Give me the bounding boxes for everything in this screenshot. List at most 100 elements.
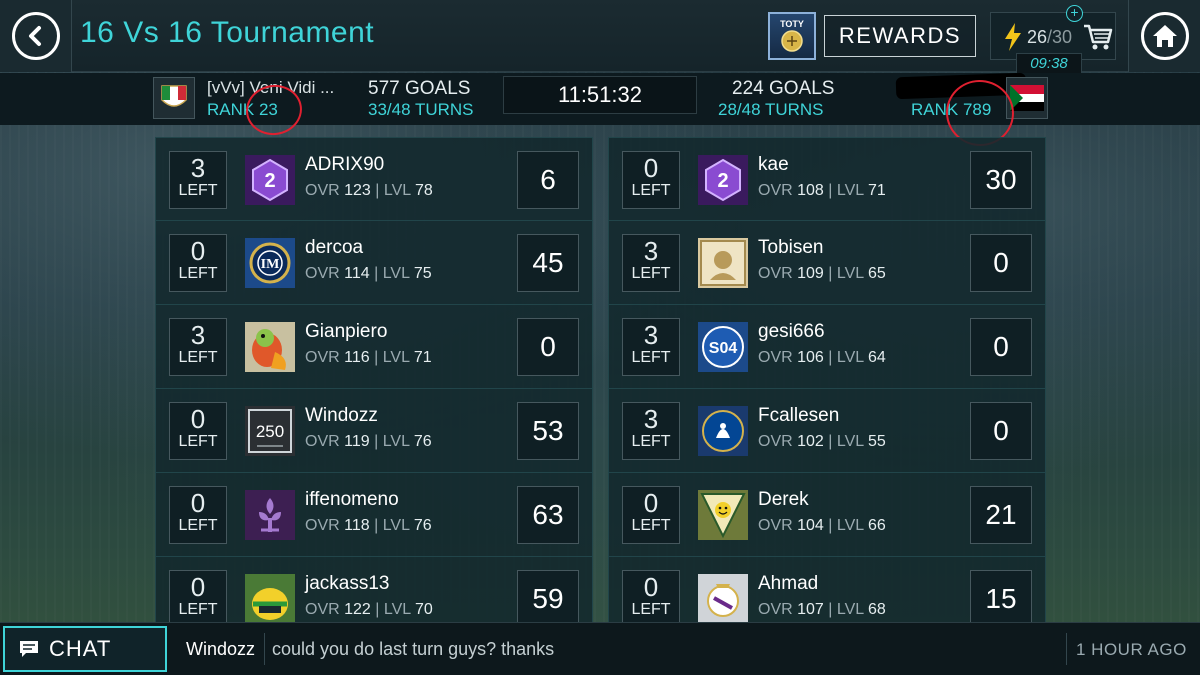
page-title: 16 Vs 16 Tournament [80, 16, 375, 49]
icon-badge-icon [698, 238, 748, 288]
turns-left-counter: 0 LEFT [169, 234, 227, 292]
turns-left-counter: 0 LEFT [622, 151, 680, 209]
away-goals: 224 GOALS [732, 78, 835, 99]
player-row[interactable]: 3 LEFT S04 gesi666 OVR 106 | LVL 64 0 [608, 305, 1046, 389]
match-info-bar: [vVv] Veni Vidi ... RANK 23 577 GOALS 33… [0, 72, 1200, 125]
chat-button-label: CHAT [49, 636, 112, 661]
shopping-cart-icon [1084, 24, 1113, 50]
turns-left-counter: 0 LEFT [622, 570, 680, 628]
turns-left-counter: 0 LEFT [169, 402, 227, 460]
player-score: 30 [970, 151, 1032, 209]
player-row[interactable]: 0 LEFT iffenomeno OVR 118 | LVL 76 63 [155, 473, 593, 557]
turns-left-counter: 3 LEFT [169, 151, 227, 209]
250-badge-icon: 250 [245, 406, 295, 456]
player-row[interactable]: 0 LEFT Derek OVR 104 | LVL 66 21 [608, 473, 1046, 557]
inter-crest-icon: IM [245, 238, 295, 288]
player-score: 6 [517, 151, 579, 209]
player-stats: OVR 109 | LVL 65 [758, 265, 886, 282]
player-stats: OVR 118 | LVL 76 [305, 517, 432, 534]
player-name: Fcallesen [758, 405, 840, 426]
svg-text:IM: IM [261, 257, 280, 272]
home-club-flag [153, 77, 195, 119]
away-team-list: 0 LEFT 2 kae OVR 108 | LVL 71 30 3 LEFT To… [608, 137, 1046, 641]
player-stats: OVR 104 | LVL 66 [758, 517, 886, 534]
player-name: kae [758, 154, 789, 175]
back-icon [11, 12, 60, 60]
player-name: gesi666 [758, 321, 825, 342]
energy-timer: 09:38 [1016, 53, 1082, 75]
turns-left-counter: 0 LEFT [169, 486, 227, 544]
player-stats: OVR 122 | LVL 70 [305, 601, 433, 618]
home-button[interactable] [1128, 0, 1200, 72]
home-goals: 577 GOALS [368, 78, 471, 99]
player-row[interactable]: 3 LEFT Gianpiero OVR 116 | LVL 71 0 [155, 305, 593, 389]
turns-left-counter: 0 LEFT [622, 486, 680, 544]
player-stats: OVR 114 | LVL 75 [305, 265, 432, 282]
player-stats: OVR 102 | LVL 55 [758, 433, 886, 450]
player-score: 59 [517, 570, 579, 628]
home-team-list: 3 LEFT 2 ADRIX90 OVR 123 | LVL 78 6 0 LEFT… [155, 137, 593, 641]
svg-text:S04: S04 [709, 340, 738, 357]
player-name: Windozz [305, 405, 378, 426]
player-stats: OVR 119 | LVL 76 [305, 433, 432, 450]
svg-text:TOTY: TOTY [780, 19, 804, 29]
player-stats: OVR 123 | LVL 78 [305, 182, 433, 199]
player-row[interactable]: 0 LEFT 250 Windozz OVR 119 | LVL 76 53 [155, 389, 593, 473]
player-row[interactable]: 3 LEFT Fcallesen OVR 102 | LVL 55 0 [608, 389, 1046, 473]
turns-left-counter: 3 LEFT [169, 318, 227, 376]
player-score: 0 [517, 318, 579, 376]
division-badge-icon: 2 [245, 155, 295, 205]
home-icon [1140, 12, 1189, 60]
player-stats: OVR 106 | LVL 64 [758, 349, 886, 366]
player-score: 0 [970, 402, 1032, 460]
helmet-avatar-icon [245, 574, 295, 624]
parrot-avatar-icon [245, 322, 295, 372]
turns-left-counter: 3 LEFT [622, 234, 680, 292]
energy-count: 26/30 [1027, 27, 1072, 48]
player-name: Gianpiero [305, 321, 388, 342]
away-turns: 28/48 TURNS [718, 100, 824, 119]
home-turns: 33/48 TURNS [368, 100, 474, 119]
player-score: 15 [970, 570, 1032, 628]
chelsea-crest-icon [698, 406, 748, 456]
chat-message[interactable]: could you do last turn guys? thanks [272, 639, 554, 660]
player-score: 63 [517, 486, 579, 544]
player-row[interactable]: 0 LEFT 2 kae OVR 108 | LVL 71 30 [608, 137, 1046, 221]
player-score: 53 [517, 402, 579, 460]
player-stats: OVR 116 | LVL 71 [305, 349, 432, 366]
schalke-crest-icon: S04 [698, 322, 748, 372]
fiorentina-crest-icon [245, 490, 295, 540]
division-badge-icon: 2 [698, 155, 748, 205]
player-name: Tobisen [758, 237, 824, 258]
player-name: jackass13 [305, 573, 390, 594]
player-score: 0 [970, 318, 1032, 376]
chat-button[interactable]: CHAT [3, 626, 167, 672]
tournament-clock: 11:51:32 [503, 76, 697, 114]
add-energy-button[interactable]: + [1066, 5, 1083, 22]
italy-flag-icon [161, 85, 187, 107]
player-name: dercoa [305, 237, 364, 258]
divider [1066, 633, 1067, 665]
lightning-icon [1005, 23, 1021, 51]
turns-left-counter: 0 LEFT [169, 570, 227, 628]
player-row[interactable]: 3 LEFT Tobisen OVR 109 | LVL 65 0 [608, 221, 1046, 305]
energy-max: /30 [1047, 27, 1073, 47]
player-score: 45 [517, 234, 579, 292]
turns-left-counter: 3 LEFT [622, 318, 680, 376]
svg-text:250: 250 [256, 422, 284, 441]
chat-bubble-icon [20, 641, 38, 657]
player-name: Derek [758, 489, 809, 510]
player-row[interactable]: 0 LEFT IM dercoa OVR 114 | LVL 75 45 [155, 221, 593, 305]
chat-timestamp: 1 HOUR AGO [1076, 640, 1187, 659]
chat-username: Windozz [186, 639, 256, 659]
rewards-button[interactable]: REWARDS [824, 15, 976, 57]
svg-text:2: 2 [717, 170, 728, 192]
sudan-flag-icon [1010, 85, 1044, 111]
toty-badge-icon[interactable]: TOTY [768, 12, 816, 60]
back-button[interactable] [0, 0, 72, 72]
chat-bar: CHAT Windozz could you do last turn guys… [0, 622, 1200, 675]
player-name: iffenomeno [305, 489, 399, 510]
svg-text:2: 2 [264, 170, 275, 192]
player-row[interactable]: 3 LEFT 2 ADRIX90 OVR 123 | LVL 78 6 [155, 137, 593, 221]
real-madrid-crest-icon [698, 574, 748, 624]
